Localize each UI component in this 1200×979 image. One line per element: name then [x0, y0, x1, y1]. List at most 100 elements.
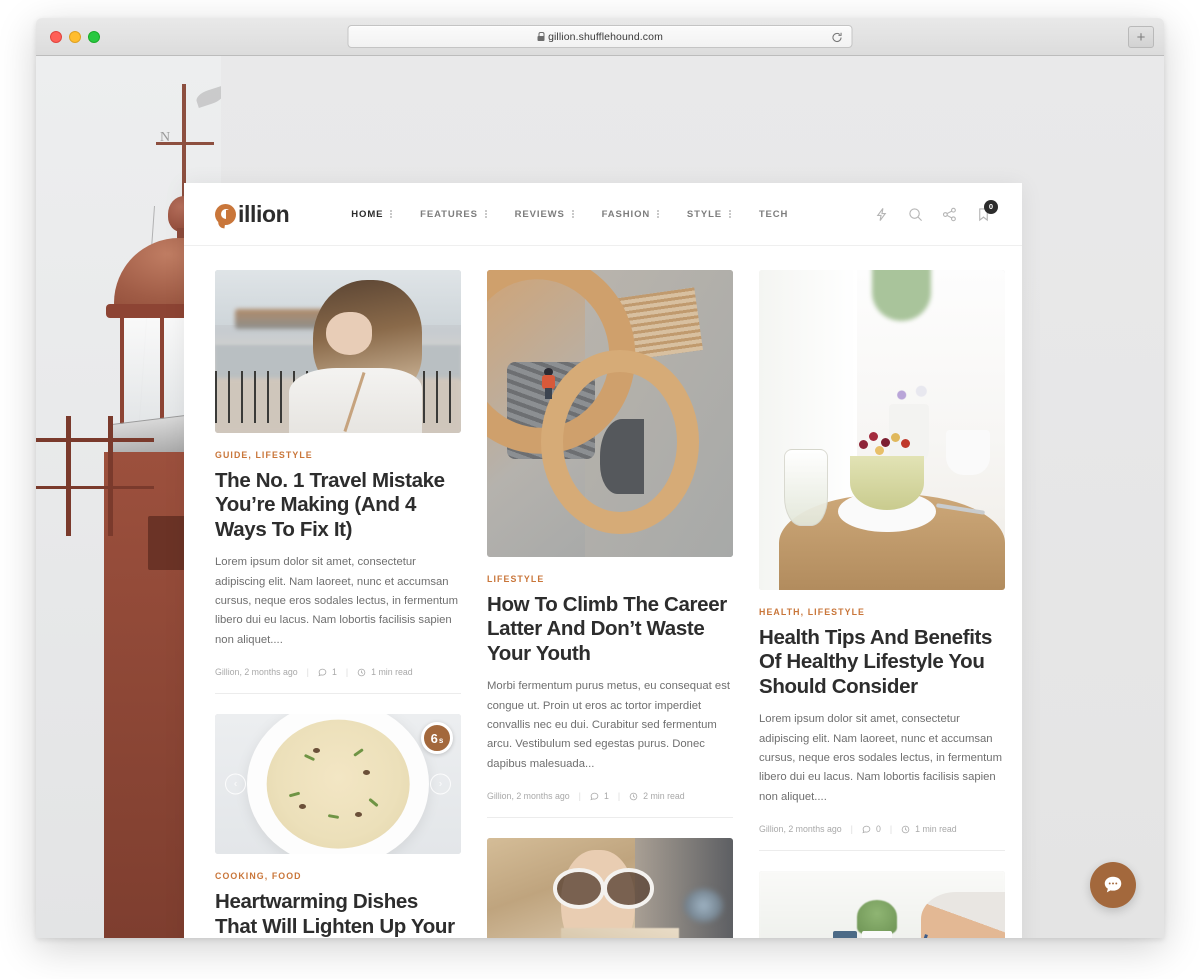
article-divider: [215, 693, 461, 695]
chevron-down-icon: [571, 209, 574, 219]
comment-icon: [862, 825, 871, 834]
fruit-bowl-table-photo[interactable]: [759, 270, 1005, 590]
bookmark-icon-wrap[interactable]: 0: [976, 199, 998, 222]
desktop-background: gillion.shufflehound.com + N illion HOME…: [0, 0, 1200, 979]
article-meta: Gillion, 2 months ago | 1 |: [215, 667, 461, 677]
meta-separator: |: [617, 791, 621, 802]
article-categories[interactable]: COOKING, FOOD: [215, 871, 461, 881]
site-header: illion HOME FEATURES REVIEWS FASHION STY…: [184, 183, 1022, 246]
comment-icon: [590, 792, 599, 801]
nav-label: STYLE: [686, 208, 723, 220]
article-meta: Gillion, 2 months ago | 1 |: [487, 791, 733, 801]
zoom-window-button[interactable]: [88, 31, 100, 43]
reload-icon[interactable]: [831, 31, 844, 44]
meta-separator: |: [306, 667, 309, 678]
article-title[interactable]: Heartwarming Dishes That Will Lighten Up…: [215, 890, 461, 938]
spiral-staircase-photo[interactable]: [487, 270, 733, 557]
nav-label: HOME: [351, 208, 384, 220]
g-bubble-icon: [215, 203, 236, 228]
browser-viewport: N illion HOME FEATURES REVIEWS FASHION S…: [36, 56, 1164, 938]
chat-bubble-icon: [1104, 876, 1122, 893]
countdown-unit: s: [438, 736, 444, 746]
clock-icon: [901, 825, 910, 834]
chat-fab-button[interactable]: [1090, 862, 1136, 908]
nav-label: REVIEWS: [514, 208, 565, 220]
risotto-bowl-photo[interactable]: 6s ‹ ›: [215, 714, 461, 855]
article-excerpt: Lorem ipsum dolor sit amet, consectetur …: [215, 556, 459, 646]
read-time-group: 2 min read: [629, 791, 685, 801]
url-text: gillion.shufflehound.com: [548, 30, 663, 43]
clock-icon: [357, 668, 366, 677]
comment-count-group[interactable]: 1: [590, 791, 609, 801]
article-card[interactable]: GUIDE, LIFESTYLE The No. 1 Travel Mistak…: [215, 270, 461, 695]
nav-item-fashion[interactable]: FASHION: [588, 209, 673, 220]
address-bar-text-group: gillion.shufflehound.com: [537, 31, 663, 43]
read-time: 1 min read: [915, 824, 957, 835]
article-card[interactable]: HEALTH, LIFESTYLE Health Tips And Benefi…: [759, 270, 1005, 852]
comment-icon: [318, 668, 327, 677]
lightning-icon[interactable]: [874, 207, 889, 222]
chevron-down-icon: [390, 209, 393, 219]
article-title[interactable]: How To Climb The Career Latter And Don’t…: [487, 593, 733, 666]
meta-separator: |: [345, 667, 349, 678]
browser-titlebar: gillion.shufflehound.com +: [36, 18, 1164, 56]
nav-label: FASHION: [601, 208, 651, 220]
article-card[interactable]: [759, 871, 1005, 938]
article-author-date: Gillion, 2 months ago: [215, 667, 298, 678]
meta-separator: |: [578, 791, 581, 802]
chevron-down-icon: [657, 209, 659, 219]
article-excerpt: Morbi fermentum purus metus, eu consequa…: [487, 680, 730, 770]
comment-count-group[interactable]: 0: [862, 824, 881, 834]
meta-separator: |: [850, 824, 853, 835]
countdown-value: 6: [430, 731, 438, 747]
meta-separator: |: [889, 824, 893, 835]
chevron-left-icon[interactable]: ‹: [225, 773, 246, 795]
article-divider: [487, 817, 733, 819]
chevron-down-icon: [484, 209, 487, 219]
nav-item-reviews[interactable]: REVIEWS: [501, 209, 588, 220]
sunglasses-woman-photo[interactable]: [487, 838, 733, 938]
chevron-right-icon[interactable]: ›: [430, 773, 451, 795]
logo-text: illion: [238, 200, 290, 227]
article-divider: [759, 850, 1005, 852]
close-window-button[interactable]: [50, 31, 62, 43]
window-controls[interactable]: [50, 31, 100, 43]
column-right: HEALTH, LIFESTYLE Health Tips And Benefi…: [759, 270, 1005, 938]
address-bar[interactable]: gillion.shufflehound.com: [347, 25, 853, 48]
article-categories[interactable]: GUIDE, LIFESTYLE: [215, 450, 461, 460]
chevron-down-icon: [729, 209, 731, 219]
comment-count: 1: [331, 667, 337, 678]
read-time-group: 1 min read: [901, 824, 957, 834]
article-categories[interactable]: LIFESTYLE: [487, 574, 733, 584]
article-card[interactable]: LIFESTYLE How To Climb The Career Latter…: [487, 270, 733, 819]
minimize-window-button[interactable]: [69, 31, 81, 43]
share-icon[interactable]: [942, 207, 957, 222]
nav-item-features[interactable]: FEATURES: [406, 209, 501, 220]
article-author-date: Gillion, 2 months ago: [759, 824, 842, 835]
search-icon[interactable]: [908, 207, 923, 222]
browser-window: gillion.shufflehound.com + N illion HOME…: [36, 18, 1164, 938]
nav-label: FEATURES: [420, 208, 478, 220]
article-card[interactable]: [487, 838, 733, 938]
column-left: GUIDE, LIFESTYLE The No. 1 Travel Mistak…: [215, 270, 461, 938]
article-title[interactable]: Health Tips And Benefits Of Healthy Life…: [759, 626, 1005, 699]
site-container: illion HOME FEATURES REVIEWS FASHION STY…: [184, 183, 1022, 938]
nav-item-home[interactable]: HOME: [337, 209, 406, 220]
comment-count-group[interactable]: 1: [318, 667, 337, 677]
new-tab-button[interactable]: +: [1128, 26, 1154, 48]
desk-writing-photo[interactable]: [759, 871, 1005, 938]
site-logo[interactable]: illion: [215, 200, 290, 228]
woman-waterfront-photo[interactable]: [215, 270, 461, 433]
article-excerpt: Lorem ipsum dolor sit amet, consectetur …: [759, 713, 1003, 803]
column-middle: LIFESTYLE How To Climb The Career Latter…: [487, 270, 733, 938]
article-card[interactable]: 6s ‹ › COOKING, FOOD Heartwarming Dishes…: [215, 714, 461, 938]
nav-item-tech[interactable]: TECH: [745, 209, 802, 220]
article-title[interactable]: The No. 1 Travel Mistake You’re Making (…: [215, 469, 461, 542]
read-time: 1 min read: [371, 667, 413, 678]
comment-count: 0: [875, 824, 881, 835]
article-categories[interactable]: HEALTH, LIFESTYLE: [759, 607, 1005, 617]
article-grid: GUIDE, LIFESTYLE The No. 1 Travel Mistak…: [184, 246, 1022, 938]
nav-item-style[interactable]: STYLE: [673, 209, 745, 220]
header-icon-group: 0: [874, 199, 998, 222]
main-navigation: HOME FEATURES REVIEWS FASHION STYLE TECH: [337, 209, 802, 220]
